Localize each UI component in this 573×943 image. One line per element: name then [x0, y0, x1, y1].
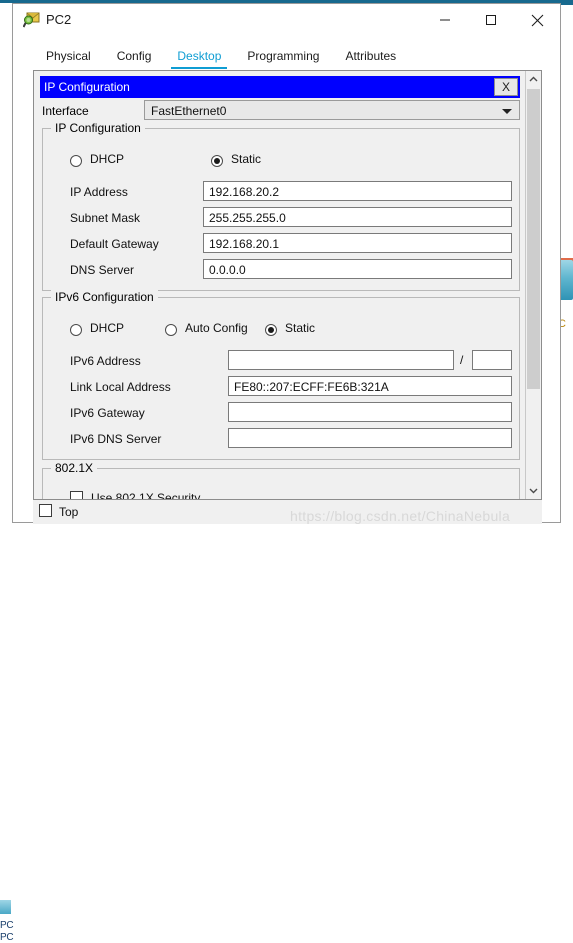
- ipv6-static-label: Static: [285, 321, 316, 335]
- tab-config-label: Config: [116, 49, 152, 63]
- ip-configuration-close-button[interactable]: X: [494, 78, 518, 96]
- tab-attributes[interactable]: Attributes: [332, 46, 409, 69]
- ipv6-configuration-group: IPv6 Configuration DHCP Auto Config Stat…: [42, 290, 520, 460]
- backdrop-left-label-2: PC: [0, 932, 14, 943]
- dns-server-label: DNS Server: [70, 263, 135, 277]
- tab-attributes-label: Attributes: [345, 49, 397, 63]
- ipv4-static-label: Static: [231, 152, 262, 166]
- maximize-icon[interactable]: [468, 4, 514, 36]
- watermark: https://blog.csdn.net/ChinaNebula: [290, 508, 511, 524]
- ipv6-group-legend: IPv6 Configuration: [51, 290, 158, 304]
- dns-server-value: 0.0.0.0: [209, 263, 246, 277]
- ipv6-static-radio[interactable]: [265, 324, 277, 336]
- tab-desktop[interactable]: Desktop: [164, 46, 234, 69]
- subnet-mask-label: Subnet Mask: [70, 211, 141, 225]
- ip-address-label: IP Address: [70, 185, 128, 199]
- dns-server-input[interactable]: 0.0.0.0: [203, 259, 512, 279]
- backdrop-left-label-1: PC: [0, 920, 14, 931]
- dot1x-security-checkbox[interactable]: [70, 491, 83, 499]
- interface-value: FastEthernet0: [151, 104, 227, 118]
- tab-programming-label: Programming: [247, 49, 320, 63]
- scrollbar-thumb[interactable]: [527, 89, 540, 389]
- scroll-up-icon[interactable]: [526, 71, 541, 88]
- tab-physical-label: Physical: [46, 49, 91, 63]
- ipv4-static-radio[interactable]: [211, 155, 223, 167]
- minimize-icon[interactable]: [422, 4, 468, 36]
- window-controls: [422, 4, 560, 36]
- ipv6-autoconfig-radio[interactable]: [165, 324, 177, 336]
- tab-config[interactable]: Config: [104, 46, 165, 69]
- dot1x-group-legend: 802.1X: [51, 461, 98, 475]
- top-checkbox-label: Top: [59, 505, 79, 519]
- pc-device-window: PC2 Physical Config Desktop Programming: [12, 3, 561, 524]
- form-scrollbar[interactable]: [525, 71, 541, 499]
- default-gateway-value: 192.168.20.1: [209, 237, 280, 251]
- ipv4-group-legend: IP Configuration: [51, 121, 145, 135]
- ipv6-gateway-input[interactable]: [228, 402, 512, 422]
- ipv6-autoconfig-label: Auto Config: [185, 321, 248, 335]
- chevron-down-icon: [502, 109, 512, 114]
- ip-configuration-form: IP Configuration X Interface FastEtherne…: [34, 71, 526, 499]
- ipv6-address-label: IPv6 Address: [70, 354, 141, 368]
- ipv6-dns-server-label: IPv6 DNS Server: [70, 432, 162, 446]
- ip-address-value: 192.168.20.2: [209, 185, 280, 199]
- close-icon[interactable]: [514, 4, 560, 36]
- link-local-address-label: Link Local Address: [70, 380, 171, 394]
- link-local-address-input[interactable]: FE80::207:ECFF:FE6B:321A: [228, 376, 512, 396]
- ipv6-prefix-separator: /: [460, 353, 464, 367]
- window-titlebar: PC2: [13, 4, 560, 36]
- ip-configuration-titlebar: IP Configuration X: [40, 76, 520, 98]
- ip-address-input[interactable]: 192.168.20.2: [203, 181, 512, 201]
- scroll-down-icon[interactable]: [526, 482, 541, 499]
- tab-desktop-label: Desktop: [177, 49, 222, 63]
- backdrop-left-edge: PC PC: [0, 448, 14, 943]
- backdrop-left-device: [0, 900, 11, 914]
- desktop-panel: IP Configuration X Interface FastEtherne…: [33, 70, 542, 500]
- ipv6-gateway-label: IPv6 Gateway: [70, 406, 145, 420]
- subnet-mask-input[interactable]: 255.255.255.0: [203, 207, 512, 227]
- tab-physical[interactable]: Physical: [33, 46, 104, 69]
- interface-label: Interface: [42, 104, 89, 118]
- ipv6-dhcp-label: DHCP: [90, 321, 125, 335]
- ipv6-address-input[interactable]: [228, 350, 454, 370]
- ipv6-dhcp-radio[interactable]: [70, 324, 82, 336]
- top-checkbox[interactable]: [39, 504, 52, 517]
- interface-select[interactable]: FastEthernet0: [144, 100, 520, 120]
- link-local-address-value: FE80::207:ECFF:FE6B:321A: [234, 380, 389, 394]
- window-title: PC2: [46, 12, 72, 27]
- tab-active-underline: [171, 67, 228, 69]
- ipv4-dhcp-label: DHCP: [90, 152, 125, 166]
- default-gateway-label: Default Gateway: [70, 237, 159, 251]
- ipv4-configuration-group: IP Configuration DHCP Static IP Address …: [42, 121, 520, 291]
- tab-programming[interactable]: Programming: [234, 46, 332, 69]
- ipv4-dhcp-radio[interactable]: [70, 155, 82, 167]
- ipv6-dns-server-input[interactable]: [228, 428, 512, 448]
- default-gateway-input[interactable]: 192.168.20.1: [203, 233, 512, 253]
- dot1x-security-label: Use 802.1X Security: [91, 491, 201, 500]
- ipv6-prefix-input[interactable]: [472, 350, 512, 370]
- dot1x-group: 802.1X Use 802.1X Security: [42, 461, 520, 500]
- subnet-mask-value: 255.255.255.0: [209, 211, 286, 225]
- packet-tracer-pc-icon: [22, 12, 40, 29]
- ip-configuration-title: IP Configuration: [44, 80, 130, 94]
- device-tabs: Physical Config Desktop Programming Attr…: [33, 46, 542, 70]
